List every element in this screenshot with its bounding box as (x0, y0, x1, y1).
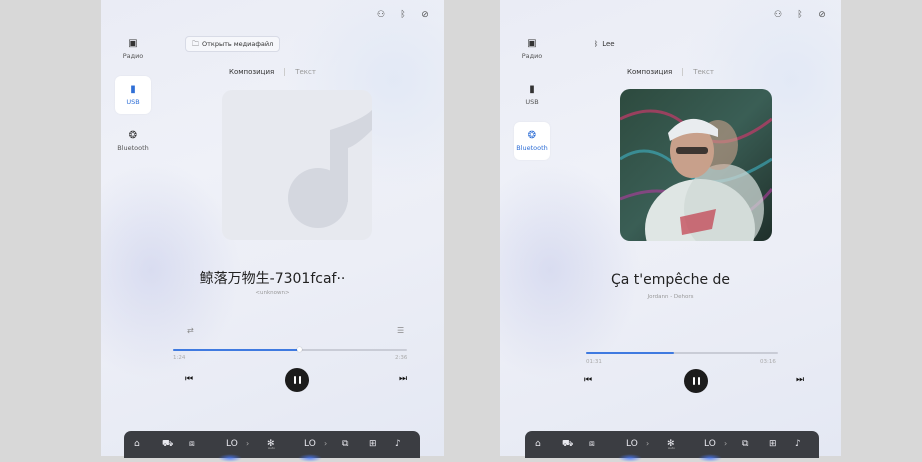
source-usb[interactable]: ▮ USB (115, 76, 151, 114)
pause-button[interactable] (684, 369, 708, 393)
previous-button[interactable]: ⏮ (185, 374, 193, 384)
link-icon: ⊘ (421, 10, 429, 20)
source-radio[interactable]: ▣ Радио (514, 30, 550, 68)
bluetooth-icon: ᛒ (594, 40, 599, 48)
source-radio[interactable]: ▣ Радио (115, 30, 151, 68)
total-time: 03:16 (760, 359, 776, 365)
source-sidebar: ▣ Радио ▮ USB ❂ Bluetooth (115, 30, 151, 168)
total-time: 2:36 (395, 355, 408, 361)
progress-fill (586, 352, 675, 354)
bluetooth-icon: ❂ (527, 130, 537, 141)
chevron-right-icon: › (324, 439, 328, 448)
bluetooth-device: ᛒ Lee (594, 40, 615, 48)
track-tabs: Композиция Текст (500, 68, 841, 76)
track-artist: <unknown> (255, 290, 290, 296)
temp-left[interactable]: LO (626, 437, 638, 451)
climate-dock: ⌂ ⛟ ⧈ LO › ✻ Auto LO › ⧉ ⊞ ♪ (124, 431, 420, 462)
link-icon: ⊘ (818, 10, 826, 20)
source-sidebar: ▣ Радио ▮ USB ❂ Bluetooth (514, 30, 550, 168)
playlist-icon[interactable]: ☰ (397, 326, 404, 335)
source-radio-label: Радио (122, 52, 144, 60)
climate-dock: ⌂ ⛟ ⧈ LO › ✻ Auto LO › ⧉ ⊞ ♪ (525, 431, 819, 462)
usb-icon: ▮ (130, 84, 136, 95)
apps-icon[interactable]: ⊞ (769, 437, 777, 451)
status-bar: ⚇ ᛒ ⊘ (376, 10, 430, 20)
rear-defrost-icon[interactable]: ⧈ (189, 437, 195, 451)
music-icon[interactable]: ♪ (795, 437, 801, 451)
track-title: 鲸落万物生-7301fcaf·· (199, 271, 346, 287)
repeat-icon[interactable]: ⇄ (187, 326, 194, 335)
media-panel-bluetooth: ⚇ ᛒ ⊘ ▣ Радио ▮ USB ❂ Bluetooth ᛒ Lee Ком… (500, 0, 841, 456)
album-cover-image (620, 89, 772, 241)
temp-right[interactable]: LO (704, 437, 716, 451)
progress-bar[interactable] (586, 352, 778, 354)
tab-lyrics[interactable]: Текст (285, 68, 326, 76)
usb-icon: ▮ (529, 84, 535, 95)
chevron-right-icon: › (646, 439, 650, 448)
source-usb-label: USB (525, 98, 539, 106)
source-bluetooth-label: Bluetooth (117, 144, 149, 152)
elapsed-time: 01:31 (586, 359, 602, 365)
tab-composition[interactable]: Композиция (617, 68, 682, 76)
source-radio-label: Радио (521, 52, 543, 60)
source-bluetooth[interactable]: ❂ Bluetooth (514, 122, 550, 160)
tab-composition[interactable]: Композиция (219, 68, 284, 76)
person-icon: ⚇ (376, 10, 386, 20)
temp-left[interactable]: LO (226, 437, 238, 451)
source-usb[interactable]: ▮ USB (514, 76, 550, 114)
chevron-right-icon: › (724, 439, 728, 448)
tab-lyrics[interactable]: Текст (683, 68, 724, 76)
home-icon[interactable]: ⌂ (134, 437, 140, 451)
car-icon[interactable]: ⛟ (562, 437, 573, 451)
fan-label: Auto (668, 446, 675, 450)
status-bar: ⚇ ᛒ ⊘ (773, 10, 827, 20)
pause-button[interactable] (285, 368, 309, 392)
chevron-right-icon: › (246, 439, 250, 448)
progress-bar[interactable] (173, 347, 407, 352)
fan-label: Auto (268, 446, 275, 450)
track-artist: Jordann - Dehors (647, 294, 694, 300)
track-title: Ça t'empêche de (610, 272, 731, 288)
next-button[interactable]: ⏭ (796, 375, 804, 385)
apps-icon[interactable]: ⊞ (369, 437, 377, 451)
album-art-placeholder (222, 90, 372, 240)
person-icon: ⚇ (773, 10, 783, 20)
home-icon[interactable]: ⌂ (535, 437, 541, 451)
source-bluetooth-label: Bluetooth (516, 144, 548, 152)
folder-icon: 🗀 (192, 40, 199, 48)
open-media-label: Открыть медиафайл (202, 40, 274, 48)
next-button[interactable]: ⏭ (399, 374, 407, 384)
bluetooth-icon: ᛒ (400, 10, 406, 20)
bluetooth-icon: ❂ (128, 130, 138, 141)
radio-icon: ▣ (527, 38, 537, 49)
progress-fill (173, 349, 300, 351)
bluetooth-device-name: Lee (602, 40, 615, 48)
radio-icon: ▣ (128, 38, 138, 49)
elapsed-time: 1:24 (173, 355, 186, 361)
source-bluetooth[interactable]: ❂ Bluetooth (115, 122, 151, 160)
source-usb-label: USB (126, 98, 140, 106)
previous-button[interactable]: ⏮ (584, 375, 592, 385)
music-note-icon (288, 110, 372, 228)
bluetooth-icon: ᛒ (797, 10, 803, 20)
temp-right[interactable]: LO (304, 437, 316, 451)
front-defrost-icon[interactable]: ⧉ (742, 437, 748, 451)
track-tabs: Композиция Текст (101, 68, 444, 76)
music-icon[interactable]: ♪ (395, 437, 401, 451)
progress-knob[interactable] (296, 347, 302, 352)
front-defrost-icon[interactable]: ⧉ (342, 437, 348, 451)
media-panel-usb: ⚇ ᛒ ⊘ ▣ Радио ▮ USB ❂ Bluetooth 🗀 Открыть… (101, 0, 444, 456)
open-media-button[interactable]: 🗀 Открыть медиафайл (185, 36, 281, 52)
album-art (620, 89, 772, 241)
car-icon[interactable]: ⛟ (162, 437, 173, 451)
rear-defrost-icon[interactable]: ⧈ (589, 437, 595, 451)
